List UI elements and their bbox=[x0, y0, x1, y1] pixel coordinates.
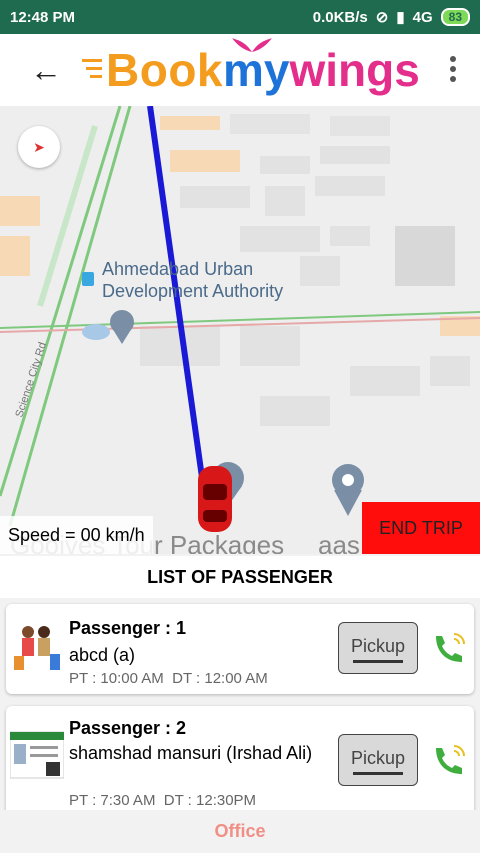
menu-dot bbox=[450, 76, 456, 82]
passenger-list-title: LIST OF PASSENGER bbox=[0, 556, 480, 598]
battery-icon: 83 bbox=[440, 8, 470, 26]
map-view[interactable]: Science City Rd ➤ Ahmedabad Urban Develo… bbox=[0, 106, 480, 554]
map-pin-museum bbox=[110, 310, 134, 344]
phone-call-icon[interactable] bbox=[430, 740, 470, 780]
map-block bbox=[170, 150, 240, 172]
map-block bbox=[330, 226, 370, 246]
arrow-left-icon: ← bbox=[30, 52, 62, 88]
logo-book-text: Book bbox=[106, 44, 223, 96]
wings-icon bbox=[232, 38, 272, 52]
status-indicators: 0.0KB/s ⊘ ▮ 4G 83 bbox=[313, 8, 470, 26]
pickup-time: PT : 10:00 AM bbox=[69, 670, 164, 687]
menu-dot bbox=[450, 56, 456, 62]
map-block bbox=[240, 326, 300, 366]
pickup-underline bbox=[353, 660, 403, 663]
map-block bbox=[160, 116, 220, 130]
overflow-menu-button[interactable] bbox=[450, 56, 458, 86]
passenger-name: shamshad mansuri (Irshad Ali) bbox=[69, 743, 313, 763]
pickup-time: PT : 7:30 AM bbox=[69, 792, 156, 809]
app-header: ← Book my wings bbox=[0, 34, 480, 106]
passenger-card[interactable]: Passenger : 1 abcd (a) PT : 10:00 AM DT … bbox=[6, 604, 474, 694]
map-block bbox=[260, 396, 330, 426]
speed-indicator: Speed = 00 km/h bbox=[0, 516, 153, 554]
pickup-underline bbox=[353, 772, 403, 775]
phone-call-icon[interactable] bbox=[430, 628, 470, 668]
poi-label-line2: Development Authority bbox=[102, 281, 284, 301]
status-time: 12:48 PM bbox=[10, 8, 76, 26]
pickup-label: Pickup bbox=[350, 748, 406, 768]
travellers-avatar bbox=[14, 626, 60, 670]
map-block bbox=[265, 186, 305, 216]
pickup-button[interactable]: Pickup bbox=[338, 734, 418, 786]
compass-button[interactable]: ➤ bbox=[18, 126, 60, 168]
passenger-name: abcd (a) bbox=[69, 645, 136, 665]
compass-icon: ➤ bbox=[33, 138, 45, 155]
logo-wings-text: wings bbox=[289, 44, 420, 96]
map-place-label: aas bbox=[318, 530, 360, 554]
map-block bbox=[350, 366, 420, 396]
map-block bbox=[0, 236, 30, 276]
water-body bbox=[82, 324, 110, 340]
map-pin bbox=[332, 464, 364, 516]
pickup-button[interactable]: Pickup bbox=[338, 622, 418, 674]
map-block bbox=[330, 116, 390, 136]
map-block bbox=[260, 156, 310, 174]
network-type: 4G bbox=[412, 8, 433, 26]
pickup-label: Pickup bbox=[350, 636, 406, 656]
id-card-avatar bbox=[10, 731, 64, 779]
passenger-times: PT : 10:00 AM DT : 12:00 AM bbox=[69, 670, 268, 687]
map-block bbox=[430, 356, 470, 386]
back-button[interactable]: ← bbox=[30, 54, 62, 86]
map-block bbox=[180, 186, 250, 208]
office-tab[interactable]: Office bbox=[0, 810, 480, 853]
signal-icon: ▮ bbox=[396, 9, 405, 26]
passenger-card[interactable]: Passenger : 2 shamshad mansuri (Irshad A… bbox=[6, 706, 474, 810]
passenger-times: PT : 7:30 AM DT : 12:30PM bbox=[69, 792, 256, 809]
map-building bbox=[395, 226, 455, 286]
bus-stop-icon bbox=[82, 272, 94, 286]
map-block bbox=[300, 256, 340, 286]
drop-time: DT : 12:30PM bbox=[163, 792, 257, 809]
passenger-list[interactable]: Passenger : 1 abcd (a) PT : 10:00 AM DT … bbox=[0, 598, 480, 810]
map-block bbox=[320, 146, 390, 164]
map-canvas: Science City Rd bbox=[0, 106, 480, 532]
passenger-label: Passenger : 1 bbox=[69, 618, 187, 638]
map-block bbox=[315, 176, 385, 196]
car-marker bbox=[198, 466, 232, 532]
status-bar: 12:48 PM 0.0KB/s ⊘ ▮ 4G 83 bbox=[0, 0, 480, 34]
menu-dot bbox=[450, 66, 456, 72]
speed-lines-icon bbox=[82, 59, 102, 78]
net-speed: 0.0KB/s bbox=[312, 8, 368, 26]
map-block bbox=[0, 196, 40, 226]
map-block bbox=[230, 114, 310, 134]
end-trip-button[interactable]: END TRIP bbox=[362, 502, 480, 554]
poi-label-line1: Ahmedabad Urban bbox=[102, 259, 254, 279]
passenger-label: Passenger : 2 bbox=[69, 718, 187, 738]
poi-label: Ahmedabad Urban Development Authority bbox=[102, 258, 283, 302]
map-block bbox=[240, 226, 320, 252]
alarm-off-icon: ⊘ bbox=[375, 9, 389, 26]
drop-time: DT : 12:00 AM bbox=[172, 670, 268, 687]
